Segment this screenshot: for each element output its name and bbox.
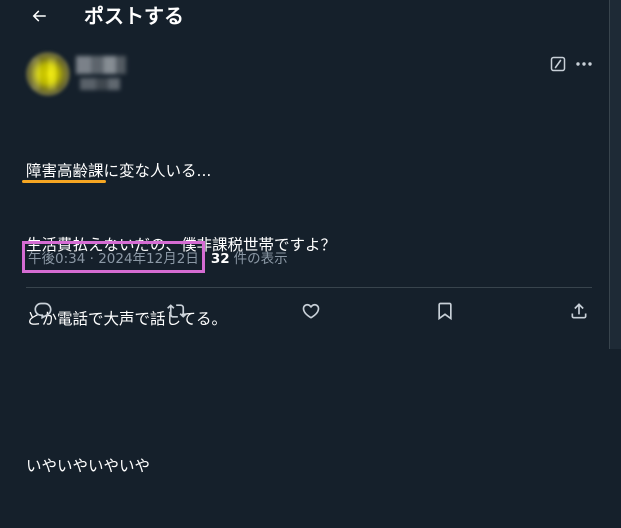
tweet-line-4 (26, 381, 586, 406)
divider (26, 287, 592, 288)
back-button[interactable] (24, 2, 54, 30)
highlighted-word[interactable]: 障害高齢課 (26, 162, 104, 180)
retweet-button[interactable] (165, 299, 189, 323)
timestamp: 午後0:34 · 2024年12月2日 (28, 251, 199, 267)
header: ポストする (0, 0, 609, 34)
reply-icon (33, 301, 53, 321)
bookmark-icon (435, 301, 455, 321)
arrow-left-icon (30, 7, 48, 25)
bookmark-button[interactable] (433, 299, 457, 323)
author-handle[interactable] (80, 78, 120, 90)
reply-button[interactable] (31, 299, 55, 323)
grok-button[interactable] (549, 55, 567, 73)
scrollbar[interactable] (610, 0, 621, 349)
grok-icon (550, 56, 566, 72)
tweet-line-1: 障害高齢課に変な人いる... (26, 159, 586, 184)
views-number: 32 (210, 251, 230, 267)
tweet: 障害高齢課に変な人いる... 生活費払えないだの、僕非課税世帯ですよ？ とか電話… (0, 36, 609, 475)
avatar[interactable] (26, 52, 70, 96)
timestamp-link[interactable]: 午後0:34 · 2024年12月2日 (22, 241, 205, 273)
author-display-name[interactable] (76, 56, 126, 74)
action-bar (0, 299, 609, 323)
more-button[interactable] (574, 55, 594, 73)
tweet-line-5: いやいやいやいや (26, 457, 151, 476)
like-button[interactable] (299, 299, 323, 323)
page-title: ポストする (84, 4, 184, 28)
views-label: 件の表示 (233, 251, 288, 267)
share-icon (569, 301, 589, 321)
retweet-icon (167, 301, 187, 321)
heart-icon (301, 301, 321, 321)
views-count[interactable]: 32 件の表示 (211, 247, 288, 267)
tweet-meta: 午後0:34 · 2024年12月2日 32 件の表示 (22, 241, 288, 273)
main-column: ポストする 障害高齢課に変な人いる... 生活費払えないだの、僕非課税世帯ですよ… (0, 0, 610, 475)
share-button[interactable] (567, 299, 591, 323)
tweet-line-1-rest: に変な人いる... (103, 162, 212, 181)
more-icon (575, 61, 593, 67)
